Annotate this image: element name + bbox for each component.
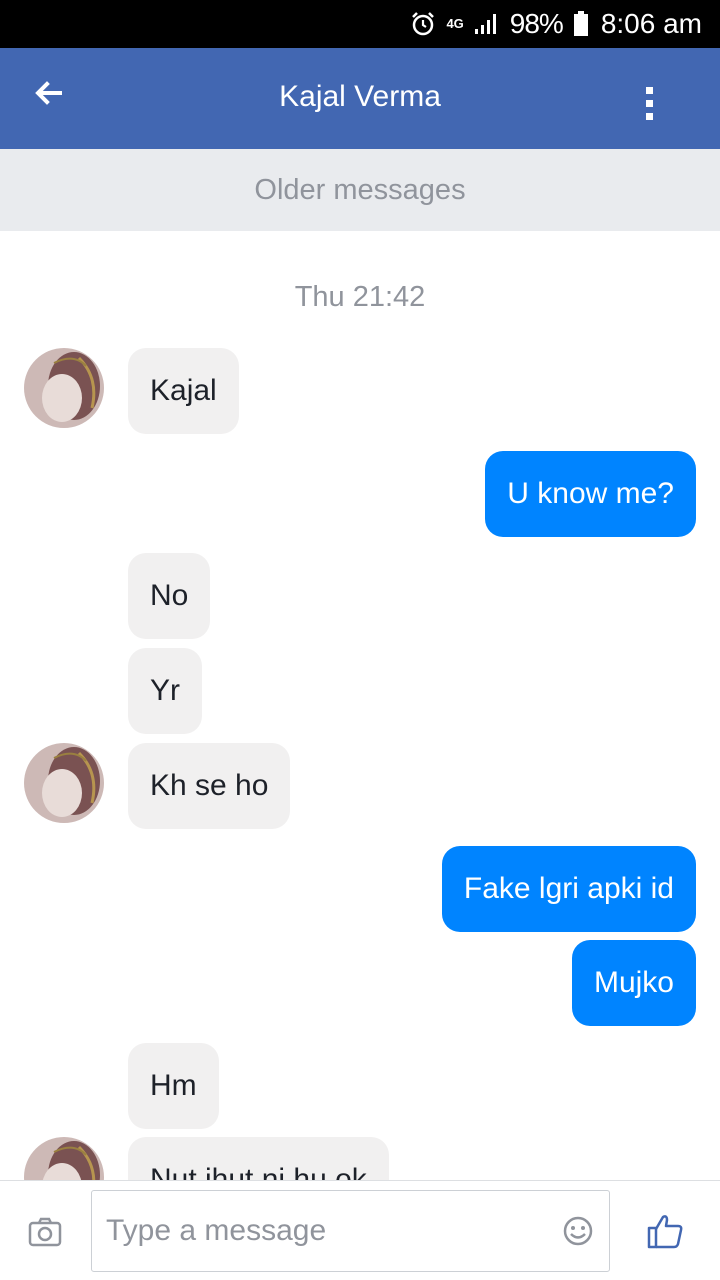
contact-name[interactable]: Kajal Verma (0, 80, 720, 114)
conversation-header: Kajal Verma (0, 48, 720, 149)
message-bubble-outgoing[interactable]: U know me? (485, 451, 696, 537)
message-bubble-outgoing[interactable]: Fake lgri apki id (441, 846, 696, 932)
avatar[interactable] (24, 348, 104, 428)
avatar[interactable] (24, 743, 104, 823)
message-bubble-incoming[interactable]: Kh se ho (128, 743, 291, 829)
message-bubble-outgoing[interactable]: Mujko (571, 940, 696, 1026)
battery-percent: 98% (509, 8, 564, 39)
message-timestamp: Thu 21:42 (294, 281, 426, 313)
status-time: 8:06 am (600, 8, 702, 39)
signal-icon (474, 14, 496, 34)
status-bar: 4G 98% 8:06 am (0, 0, 720, 48)
more-vertical-icon[interactable] (640, 84, 660, 124)
profile-photo (24, 348, 104, 428)
alarm-icon (412, 12, 435, 36)
message-bubble-incoming[interactable]: Hm (128, 1043, 219, 1129)
network-indicator: 4G (446, 16, 464, 31)
emoji-icon[interactable] (562, 1215, 594, 1247)
profile-photo (24, 1137, 104, 1180)
older-messages-button[interactable]: Older messages (0, 149, 720, 231)
thumbs-up-icon[interactable] (646, 1213, 684, 1249)
message-list[interactable]: Thu 21:42 Kajal U know me? No Yr Kh se h… (0, 231, 720, 1180)
avatar[interactable] (24, 1137, 104, 1180)
message-composer (0, 1180, 720, 1280)
message-bubble-incoming[interactable]: Nut ihut ni hu ok (128, 1137, 389, 1180)
profile-photo (24, 743, 104, 823)
message-bubble-incoming[interactable]: No (128, 553, 211, 639)
message-input[interactable] (91, 1190, 610, 1272)
message-bubble-incoming[interactable]: Kajal (128, 348, 239, 434)
message-bubble-incoming[interactable]: Yr (128, 648, 202, 734)
camera-icon[interactable] (28, 1217, 62, 1247)
battery-icon (573, 11, 588, 36)
